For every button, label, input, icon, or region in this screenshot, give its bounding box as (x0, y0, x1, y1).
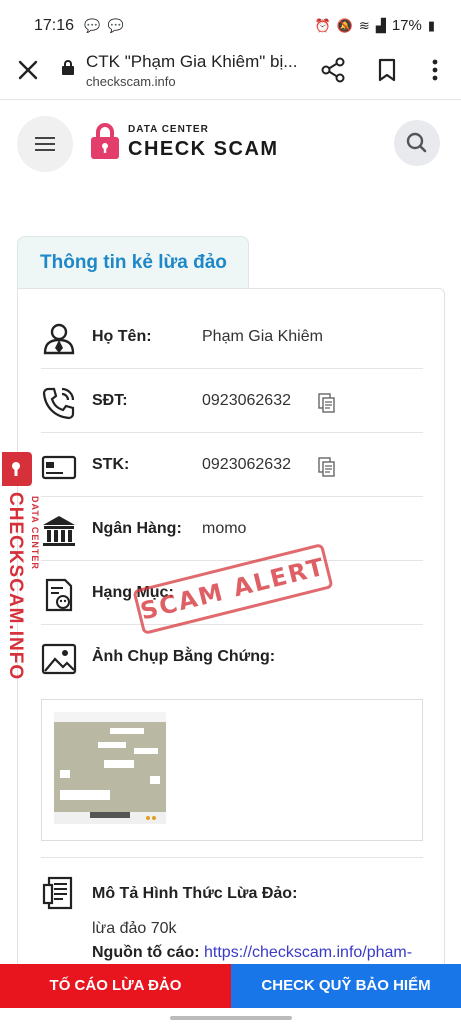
source-line: Nguồn tố cáo: https://checkscam.info/pha… (92, 944, 412, 962)
description-icon (42, 876, 73, 910)
description-value: lừa đảo 70k (92, 920, 177, 937)
image-icon (41, 643, 77, 675)
bookmark-button[interactable] (376, 57, 398, 83)
evidence-screenshot-thumbnail[interactable] (54, 712, 166, 824)
row-label: Họ Tên: (92, 328, 152, 345)
person-icon (43, 323, 75, 355)
page-url[interactable]: checkscam.info (86, 74, 176, 89)
more-vertical-icon (432, 59, 438, 81)
notification-icons: 💬 💬 (84, 18, 126, 33)
battery-icon: ▮ (427, 17, 435, 33)
info-tab[interactable]: Thông tin kẻ lừa đảo (17, 236, 249, 289)
description-label: Mô Tả Hình Thức Lừa Đảo: (92, 885, 298, 902)
row-label: Ảnh Chụp Bằng Chứng: (92, 648, 276, 665)
close-icon (18, 60, 38, 80)
status-time: 17:16 (34, 17, 75, 34)
tab-title: Thông tin kẻ lừa đảo (40, 252, 227, 273)
close-tab-button[interactable] (14, 56, 42, 84)
share-button[interactable] (320, 56, 348, 84)
home-indicator[interactable] (170, 1016, 292, 1020)
page-title[interactable]: CTK "Phạm Gia Khiêm" bị... (86, 52, 298, 72)
site-logo[interactable]: DATA CENTER CHECK SCAM (90, 120, 290, 164)
phone-icon (42, 387, 75, 420)
check-insurance-button[interactable]: CHECK QUỸ BẢO HIỂM (231, 964, 461, 1008)
source-label: Nguồn tố cáo: (92, 944, 200, 961)
bank-icon (43, 516, 75, 546)
divider (41, 857, 423, 858)
info-row-phone: SĐT: 0923062632 (41, 369, 423, 433)
logo-subtitle: DATA CENTER (128, 124, 209, 135)
side-lock-icon (2, 452, 32, 486)
lock-icon (62, 60, 74, 75)
row-value: Phạm Gia Khiêm (202, 328, 323, 345)
side-vertical-text: CHECKSCAM.INFO (5, 492, 26, 681)
share-icon (321, 57, 345, 83)
row-label: Ngân Hàng: (92, 520, 182, 537)
side-watermark-badge: CHECKSCAM.INFO DATA CENTER (0, 452, 44, 682)
info-row-evidence: Ảnh Chụp Bằng Chứng: (41, 625, 423, 689)
logo-title: CHECK SCAM (128, 138, 279, 160)
search-icon (406, 132, 427, 153)
chat-screenshot-image (54, 712, 166, 824)
battery-percent: 17% (391, 17, 422, 34)
wifi-icon: ≋ (358, 17, 370, 33)
status-bar: 17:16 💬 💬 ⏰ 🔕 ≋ ▟ 17% ▮ (0, 0, 461, 44)
more-options-button[interactable] (424, 56, 446, 84)
menu-button[interactable] (17, 116, 73, 172)
row-label: SĐT: (92, 392, 128, 409)
source-link[interactable]: https://checkscam.info/pham- (204, 944, 412, 961)
alarm-icon: ⏰ (314, 17, 331, 33)
row-value: 0923062632 (202, 456, 291, 473)
hamburger-line (35, 137, 55, 139)
hamburger-line (35, 149, 55, 151)
mute-icon: 🔕 (336, 17, 353, 33)
row-value: momo (202, 520, 247, 537)
info-row-bank: Ngân Hàng: momo (41, 497, 423, 561)
browser-toolbar: CTK "Phạm Gia Khiêm" bị... checkscam.inf… (0, 44, 461, 100)
evidence-image-box (41, 699, 423, 841)
hamburger-line (35, 143, 55, 145)
report-scam-button[interactable]: TỐ CÁO LỪA ĐẢO (0, 964, 231, 1008)
row-label: STK: (92, 456, 130, 473)
card-icon (41, 455, 77, 480)
category-icon (45, 578, 73, 612)
info-row-account: STK: 0923062632 (41, 433, 423, 497)
row-value: 0923062632 (202, 392, 291, 409)
copy-icon[interactable] (318, 457, 336, 477)
scammer-info-card: Họ Tên: Phạm Gia Khiêm SĐT: 0923062632 S… (17, 288, 445, 968)
copy-icon[interactable] (318, 393, 336, 413)
status-right: ⏰ 🔕 ≋ ▟ 17% ▮ (315, 17, 435, 34)
side-vertical-subtext: DATA CENTER (30, 496, 40, 570)
signal-icon: ▟ (375, 17, 386, 33)
search-button[interactable] (394, 120, 440, 166)
lock-logo-icon (91, 123, 119, 159)
info-row-name: Họ Tên: Phạm Gia Khiêm (41, 305, 423, 369)
bookmark-icon (378, 58, 396, 82)
